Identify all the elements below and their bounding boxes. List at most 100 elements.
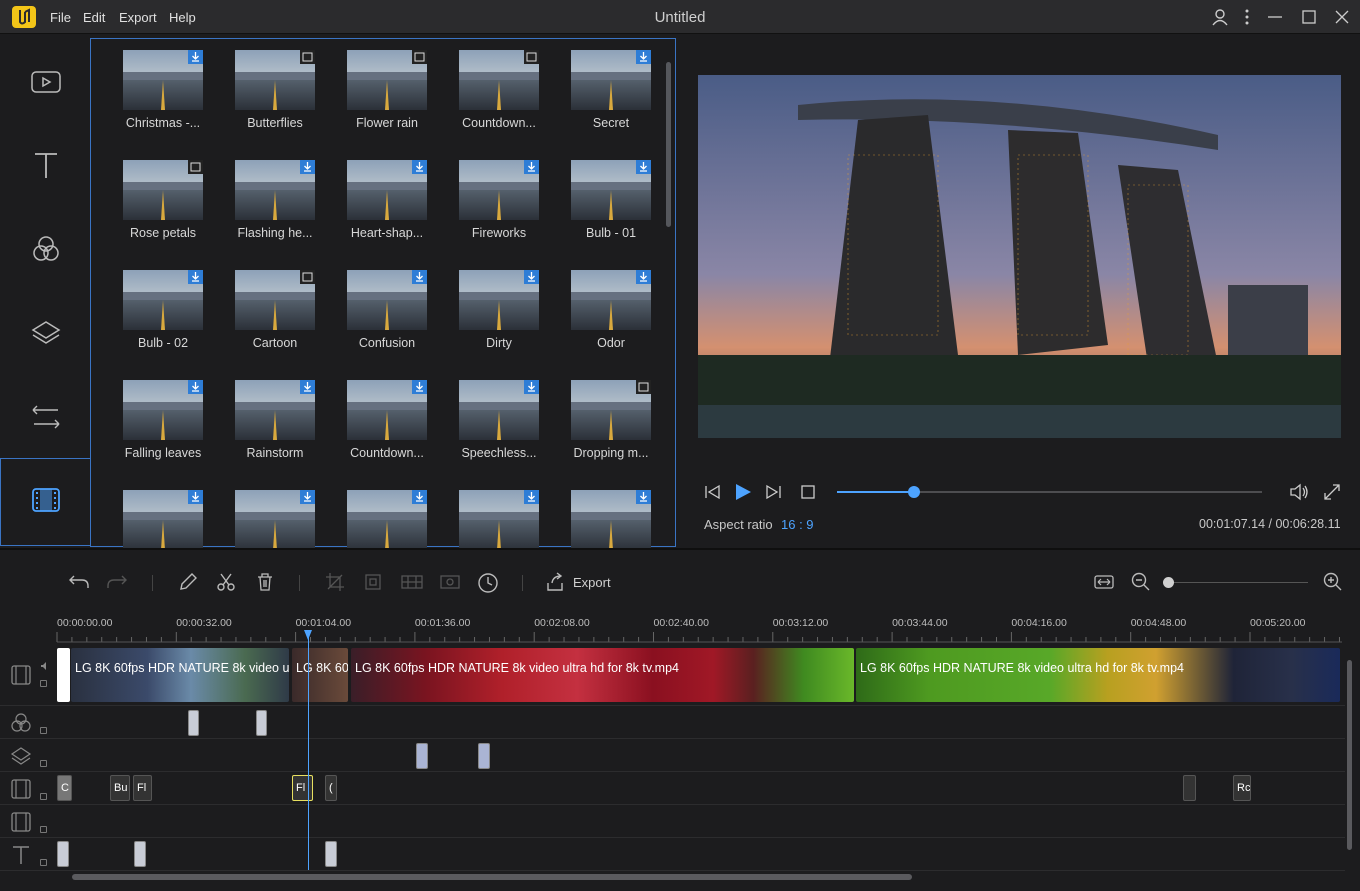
volume-icon[interactable] [1288,482,1310,502]
film-badge-icon[interactable] [300,50,315,64]
next-frame-icon[interactable] [765,484,783,500]
effect-card[interactable]: Odor [538,258,651,368]
effect-clip-selected[interactable]: Fl [292,775,313,801]
edit-icon[interactable] [178,572,198,592]
video-clip[interactable]: LG 8K 60 [292,648,348,702]
effect-card[interactable]: Countdown... [314,368,427,478]
download-icon[interactable] [524,490,539,504]
effect-card[interactable]: Fireworks [426,148,539,258]
effect-card[interactable]: Bulb - 02 [90,258,203,368]
effect-card[interactable]: Bulb - 01 [538,148,651,258]
mosaic-icon[interactable] [400,572,424,592]
download-icon[interactable] [524,160,539,174]
download-icon[interactable] [412,380,427,394]
effect-card[interactable]: Dropping m... [538,368,651,478]
track-lock-icon[interactable] [40,859,47,866]
download-icon[interactable] [636,50,651,64]
download-icon[interactable] [636,490,651,504]
menu-file[interactable]: File [50,10,71,25]
filter-clip[interactable] [188,710,199,736]
download-icon[interactable] [412,490,427,504]
fit-timeline-icon[interactable] [1093,572,1115,592]
close-icon[interactable] [1335,8,1349,26]
playhead-handle[interactable] [304,630,312,640]
effect-card[interactable]: Flower rain [314,38,427,148]
resize-icon[interactable] [363,572,383,592]
text-icon[interactable] [30,150,62,180]
timeline-vertical-scrollbar[interactable] [1347,660,1352,850]
effect-clip[interactable] [1183,775,1196,801]
transitions-icon[interactable] [30,402,62,432]
download-icon[interactable] [188,270,203,284]
film-badge-icon[interactable] [300,270,315,284]
effect-card[interactable]: Cartoon [202,258,315,368]
export-button[interactable]: Export [573,575,611,590]
effect-card[interactable]: Dirty [426,258,539,368]
effect-card[interactable]: Rose petals [90,148,203,258]
freeze-frame-icon[interactable] [439,572,461,592]
download-icon[interactable] [188,380,203,394]
text-clip[interactable] [134,841,146,867]
overlays-icon[interactable] [30,318,62,348]
effect-clip[interactable]: Fl [133,775,152,801]
film-badge-icon[interactable] [524,50,539,64]
speed-icon[interactable] [477,572,499,594]
zoom-slider[interactable] [1166,582,1308,583]
effect-card[interactable]: Heart-shap... [314,148,427,258]
zoom-in-icon[interactable] [1323,572,1343,592]
track-lock-icon[interactable] [40,727,47,734]
overlay-clip[interactable] [478,743,490,769]
more-options-icon[interactable] [1242,8,1252,26]
redo-icon[interactable] [106,572,128,592]
effect-card[interactable]: Christmas -... [90,38,203,148]
download-icon[interactable] [636,160,651,174]
crop-icon[interactable] [325,572,345,592]
zoom-slider-handle[interactable] [1163,577,1174,588]
track-lock-icon[interactable] [40,680,47,687]
play-button[interactable] [734,483,752,501]
effect-card[interactable]: Countdown... [426,38,539,148]
overlay-clip[interactable] [416,743,428,769]
effect-card[interactable]: Speechless... [426,368,539,478]
track-lock-icon[interactable] [40,760,47,767]
text-clip[interactable] [57,841,69,867]
aspect-ratio-value[interactable]: 16 : 9 [781,517,814,532]
delete-icon[interactable] [255,572,275,592]
effect-card[interactable]: Secret [538,38,651,148]
download-icon[interactable] [524,270,539,284]
download-icon[interactable] [300,160,315,174]
export-icon[interactable] [545,572,565,592]
prev-frame-icon[interactable] [703,484,721,500]
track-lock-icon[interactable] [40,793,47,800]
download-icon[interactable] [412,270,427,284]
download-icon[interactable] [300,490,315,504]
video-clip[interactable]: LG 8K 60fps HDR NATURE 8k video ultra hd… [856,648,1340,702]
download-icon[interactable] [412,160,427,174]
effect-card[interactable]: Rainstorm [202,368,315,478]
playhead[interactable] [308,630,309,870]
menu-edit[interactable]: Edit [83,10,105,25]
download-icon[interactable] [188,490,203,504]
video-clip[interactable]: LG 8K 60fps HDR NATURE 8k video u [71,648,289,702]
zoom-out-icon[interactable] [1131,572,1151,592]
download-icon[interactable] [524,380,539,394]
download-icon[interactable] [636,270,651,284]
film-badge-icon[interactable] [188,160,203,174]
effects-film-icon[interactable] [30,486,62,514]
seek-handle[interactable] [908,486,920,498]
split-icon[interactable] [216,572,236,592]
media-icon[interactable] [30,68,62,96]
timeline-horizontal-scrollbar[interactable] [72,874,912,880]
fullscreen-icon[interactable] [1323,483,1341,501]
video-clip-start[interactable] [57,648,70,702]
effect-card[interactable]: Falling leaves [90,368,203,478]
menu-export[interactable]: Export [119,10,157,25]
effect-card[interactable]: Confusion [314,258,427,368]
minimize-icon[interactable] [1268,8,1282,26]
effect-clip[interactable]: Bu [110,775,130,801]
effect-card[interactable]: Flashing he... [202,148,315,258]
film-badge-icon[interactable] [636,380,651,394]
download-icon[interactable] [188,50,203,64]
filter-clip[interactable] [256,710,267,736]
video-clip[interactable]: LG 8K 60fps HDR NATURE 8k video ultra hd… [351,648,854,702]
